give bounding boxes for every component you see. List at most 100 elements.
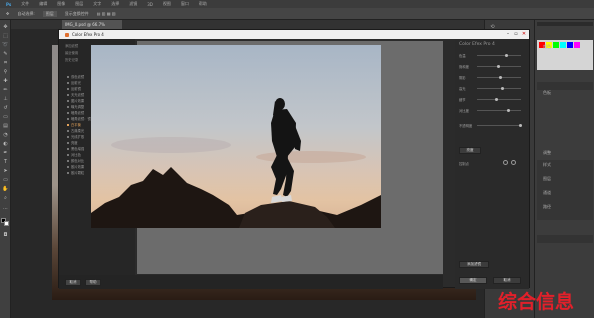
filter-item[interactable]: 反射光	[67, 80, 81, 85]
filter-item[interactable]: 颜色对比	[67, 158, 84, 163]
preview-image[interactable]	[91, 45, 381, 228]
marquee-tool-icon[interactable]: ⬚	[2, 33, 9, 39]
slider-highlights[interactable]	[477, 87, 521, 90]
brightness-toggle-button[interactable]: 亮度	[459, 147, 481, 154]
close-icon[interactable]: ✕	[520, 31, 528, 37]
filter-item-selected[interactable]: 白平衡	[67, 122, 81, 127]
slider-detail[interactable]	[477, 98, 521, 101]
slider-knob[interactable]	[497, 65, 500, 68]
eyedropper-tool-icon[interactable]: ⚲	[2, 69, 9, 75]
healing-tool-icon[interactable]: ✚	[2, 78, 9, 84]
slider-saturation[interactable]	[477, 65, 521, 68]
swatch-magenta[interactable]	[574, 42, 580, 48]
filter-item[interactable]: 双色滤镜	[67, 74, 84, 79]
pen-tool-icon[interactable]: ✒	[2, 150, 9, 156]
add-filter-button[interactable]: 添加滤镜	[459, 261, 489, 268]
section-label: 阴影	[459, 76, 466, 80]
history-brush-icon[interactable]: ↺	[2, 105, 9, 111]
slider-contrast[interactable]	[477, 109, 521, 112]
eraser-tool-icon[interactable]: ▭	[2, 114, 9, 120]
swatch-blue[interactable]	[567, 42, 573, 48]
ok-button[interactable]: 确定	[459, 277, 487, 284]
menu-item-view[interactable]: 视图	[163, 1, 171, 7]
cancel-button-right[interactable]: 取消	[493, 277, 521, 284]
menu-item-type[interactable]: 文字	[93, 1, 101, 7]
auto-select-dropdown[interactable]: 图层	[42, 10, 57, 17]
filter-item[interactable]: 暗角滤镜	[67, 110, 84, 115]
slider-knob[interactable]	[505, 54, 508, 57]
filter-item[interactable]: 曝光调整	[67, 104, 84, 109]
help-button[interactable]: 帮助	[85, 279, 101, 286]
swatch-cyan[interactable]	[560, 42, 566, 48]
move-tool-icon[interactable]: ✥	[2, 24, 9, 30]
panel-row-color[interactable]: 颜色	[543, 44, 551, 50]
filter-item[interactable]: 天光滤镜	[67, 92, 84, 97]
background-color-swatch[interactable]	[4, 221, 9, 226]
menu-item-image[interactable]: 图像	[57, 1, 65, 7]
filter-item[interactable]: 胶片颗粒	[67, 170, 84, 175]
slider-opacity[interactable]	[477, 124, 522, 127]
filter-item[interactable]: 图片效果	[67, 98, 84, 103]
cancel-button-left[interactable]: 取消	[65, 279, 81, 286]
gradient-tool-icon[interactable]: ▤	[2, 123, 9, 129]
panel-row-styles[interactable]: 样式	[543, 162, 551, 168]
slider-knob[interactable]	[507, 109, 510, 112]
left-top-item[interactable]: 最近使用	[65, 50, 78, 55]
dodge-tool-icon[interactable]: ◐	[2, 141, 9, 147]
filter-item[interactable]: 亮度	[67, 140, 78, 145]
slider-knob[interactable]	[519, 124, 522, 127]
slider-temperature[interactable]	[477, 54, 521, 57]
more-tools-icon[interactable]: ⋯	[2, 206, 9, 212]
filter-item[interactable]: 光线扩散	[67, 134, 84, 139]
quick-mask-icon[interactable]: ◘	[2, 232, 9, 238]
plugin-app-icon	[65, 32, 69, 37]
auto-select-label: 自动选择:	[17, 10, 35, 16]
filter-item[interactable]: 反射镜	[67, 86, 81, 91]
panel-row-swatches[interactable]: 色板	[543, 90, 551, 96]
slider-knob[interactable]	[499, 76, 502, 79]
filter-item[interactable]: 古典柔光	[67, 128, 84, 133]
filter-item[interactable]: 对比色	[67, 152, 81, 157]
left-top-item[interactable]: 添加滤镜	[65, 43, 78, 48]
blur-tool-icon[interactable]: ◔	[2, 132, 9, 138]
panel-row-paths[interactable]: 路径	[543, 204, 551, 210]
menu-item-window[interactable]: 窗口	[181, 1, 189, 7]
move-tool-icon[interactable]: ✥	[6, 11, 9, 16]
menu-item-layer[interactable]: 图层	[75, 1, 83, 7]
crop-tool-icon[interactable]: ⌗	[2, 60, 9, 66]
slider-shadows[interactable]	[477, 76, 521, 79]
stamp-tool-icon[interactable]: ⊥	[2, 96, 9, 102]
filter-item[interactable]: 黑色增强	[67, 146, 84, 151]
filter-item[interactable]: 胶片效果	[67, 164, 84, 169]
quick-select-tool-icon[interactable]: ✎	[2, 51, 9, 57]
remove-point-icon[interactable]	[511, 160, 516, 165]
slider-knob[interactable]	[495, 98, 498, 101]
document-tab[interactable]: IMG_0.psd @ 66.7%	[62, 20, 122, 29]
hand-tool-icon[interactable]: ✋	[2, 186, 9, 192]
menu-item-ps[interactable]: Ps	[6, 2, 11, 7]
menu-item-edit[interactable]: 编辑	[39, 1, 47, 7]
path-select-icon[interactable]: ➤	[2, 168, 9, 174]
menu-item-select[interactable]: 选择	[111, 1, 119, 7]
left-top-item[interactable]: 历史记录	[65, 57, 78, 62]
swatch-green[interactable]	[553, 42, 559, 48]
type-tool-icon[interactable]: T	[2, 159, 9, 165]
lasso-tool-icon[interactable]: ➰	[2, 42, 9, 48]
panel-row-layers[interactable]: 图层	[543, 176, 551, 182]
add-point-icon[interactable]	[503, 160, 508, 165]
section-label: 色温	[459, 54, 466, 58]
zoom-tool-icon[interactable]: ⌕	[2, 195, 9, 201]
shape-tool-icon[interactable]: ▭	[2, 177, 9, 183]
show-transform-controls[interactable]: 显示变换控件	[65, 11, 89, 17]
menu-item-file[interactable]: 文件	[21, 1, 29, 7]
panel-row-channels[interactable]: 通道	[543, 190, 551, 196]
align-icon[interactable]: ▤ ▥ ▦ ▧	[97, 11, 116, 16]
slider-knob[interactable]	[501, 87, 504, 90]
maximize-icon[interactable]: ▫	[512, 31, 520, 37]
menu-item-filter[interactable]: 滤镜	[129, 1, 137, 7]
panel-row-adjustments[interactable]: 调整	[543, 150, 551, 156]
brush-tool-icon[interactable]: ✏	[2, 87, 9, 93]
menu-item-help[interactable]: 帮助	[199, 1, 207, 7]
menu-item-3d[interactable]: 3D	[147, 2, 153, 7]
minimize-icon[interactable]: –	[504, 31, 512, 37]
